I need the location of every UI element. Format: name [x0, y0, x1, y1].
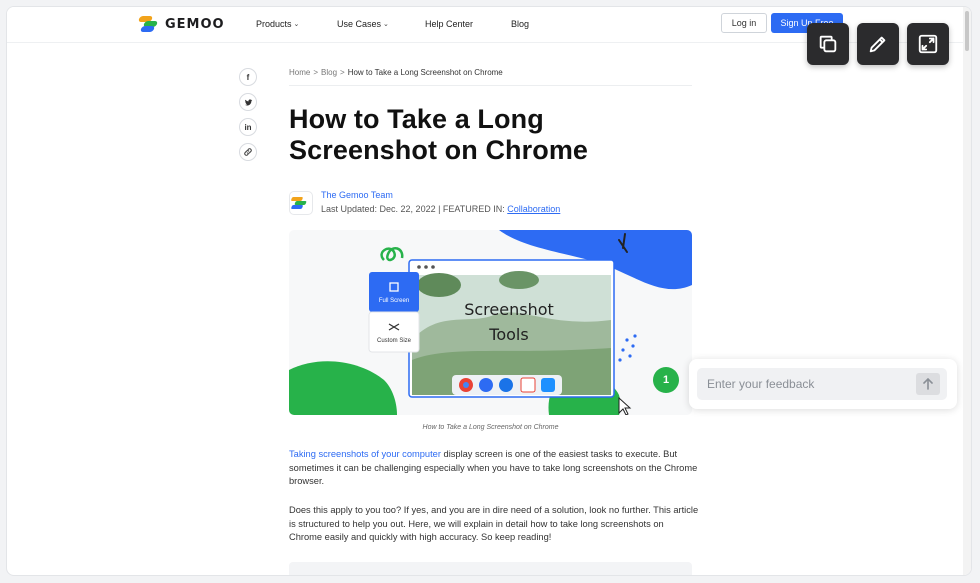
copy-icon: [819, 35, 837, 53]
breadcrumb-home[interactable]: Home: [289, 68, 310, 77]
hero-image: Screenshot Tools Full Screen Custom Size: [289, 230, 692, 415]
chain-link-icon: [244, 148, 252, 156]
illustration-text-line2: Tools: [488, 325, 528, 344]
edit-button[interactable]: [857, 23, 899, 65]
paragraph-1: Taking screenshots of your computer disp…: [289, 448, 699, 489]
nav-use-cases-label: Use Cases: [337, 19, 382, 29]
last-updated: Last Updated: Dec. 22, 2022 | FEATURED I…: [321, 204, 560, 214]
gemoo-logo[interactable]: GEMOO: [137, 16, 225, 32]
nav-help-center-label: Help Center: [425, 19, 474, 29]
login-button[interactable]: Log in: [721, 13, 767, 33]
edit-pencil-icon: [869, 36, 886, 53]
nav-blog[interactable]: Blog: [511, 19, 529, 29]
paragraph-2: Does this apply to you too? If yes, and …: [289, 505, 699, 543]
share-linkedin-icon[interactable]: in: [239, 118, 257, 136]
divider: [289, 85, 692, 86]
chevron-down-icon: ⌄: [293, 21, 300, 28]
expand-icon: [918, 34, 938, 54]
breadcrumb-separator: >: [313, 68, 319, 77]
copy-button[interactable]: [807, 23, 849, 65]
scrollbar-thumb[interactable]: [965, 11, 969, 51]
chevron-down-icon: ⌄: [383, 21, 389, 28]
featured-link[interactable]: Collaboration: [507, 204, 560, 214]
panel-full-screen-label: Full Screen: [379, 298, 409, 304]
author-avatar: [289, 191, 313, 215]
twitter-bird-icon: [244, 98, 252, 105]
gemoo-logo-icon: [137, 16, 159, 32]
arrow-up-icon: [923, 378, 933, 390]
breadcrumb-current: How to Take a Long Screenshot on Chrome: [347, 68, 503, 77]
browser-frame: GEMOO Products ⌄ Use Cases ⌄ Help Center B…: [6, 6, 972, 576]
expand-button[interactable]: [907, 23, 949, 65]
illustration-text-line1: Screenshot: [464, 300, 554, 319]
author-name[interactable]: The Gemoo Team: [321, 190, 393, 200]
image-caption: How to Take a Long Screenshot on Chrome: [422, 424, 559, 431]
nav-use-cases[interactable]: Use Cases ⌄: [337, 19, 389, 29]
article-title: How to Take a Long Screenshot on Chrome: [289, 104, 589, 165]
share-twitter-icon[interactable]: [239, 93, 257, 111]
nav-products[interactable]: Products ⌄: [256, 19, 299, 29]
share-link-icon[interactable]: [239, 143, 257, 161]
computer-screenshot-link[interactable]: Taking screenshots of your computer: [289, 449, 441, 459]
logo-text: GEMOO: [165, 16, 225, 32]
share-facebook-icon[interactable]: f: [239, 68, 257, 86]
breadcrumb-separator: >: [340, 68, 345, 77]
page-scrollbar[interactable]: [963, 7, 971, 575]
send-feedback-button[interactable]: [916, 373, 940, 395]
screenshot-tools-illustration: Screenshot Tools Full Screen Custom Size: [289, 230, 692, 415]
gemoo-avatar-icon: [291, 197, 307, 209]
nav-blog-label: Blog: [511, 19, 530, 29]
last-updated-text: Last Updated: Dec. 22, 2022 | FEATURED I…: [321, 204, 508, 214]
nav-help-center[interactable]: Help Center: [425, 19, 473, 29]
panel-custom-size-label: Custom Size: [377, 338, 412, 344]
feedback-widget: [689, 359, 957, 409]
breadcrumb-blog[interactable]: Blog: [321, 68, 337, 77]
feedback-input[interactable]: [697, 368, 947, 400]
breadcrumb: Home > Blog > How to Take a Long Screens…: [289, 68, 503, 77]
nav-products-label: Products: [256, 19, 292, 29]
comment-count-badge[interactable]: 1: [653, 367, 679, 393]
content-box: [289, 562, 692, 575]
